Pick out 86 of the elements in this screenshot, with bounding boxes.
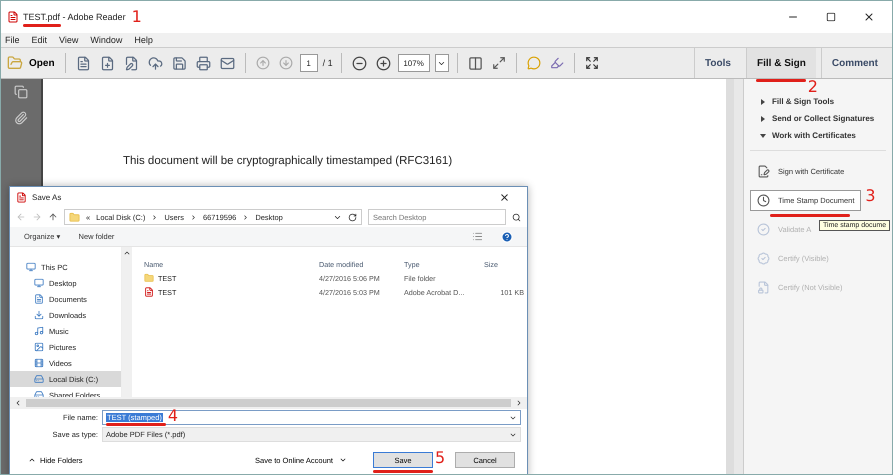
annotation-number: 4	[168, 408, 178, 424]
page-total: / 1	[322, 58, 333, 68]
view-icon[interactable]	[472, 231, 483, 242]
annotation-number: 3	[865, 188, 876, 204]
open-button[interactable]: Open	[5, 53, 57, 73]
check-icon	[757, 223, 770, 236]
cloud-icon	[148, 56, 163, 70]
comment-icon	[526, 56, 541, 70]
maximize-icon	[826, 12, 836, 22]
desktop-icon	[34, 278, 44, 288]
folder-icon	[144, 273, 154, 283]
panel-tab[interactable]: Comment	[820, 48, 888, 78]
page-number-field[interactable]: 1	[300, 54, 318, 72]
chevron-down-icon	[339, 456, 347, 464]
chevron-right-icon	[151, 214, 158, 220]
columns-icon	[468, 56, 483, 70]
drive-icon	[34, 390, 44, 397]
zoom-in-button[interactable]	[374, 54, 393, 72]
underline-mark	[373, 470, 433, 473]
underline-mark	[106, 423, 166, 426]
menu-item[interactable]: View	[59, 35, 78, 45]
lock-document-icon	[757, 281, 770, 294]
computer-icon	[26, 262, 36, 272]
horizontal-scrollbar[interactable]	[10, 397, 527, 409]
close-icon	[863, 11, 875, 23]
clock-icon	[757, 194, 770, 207]
printer-icon	[196, 56, 211, 70]
toolbar-button[interactable]	[194, 54, 213, 72]
file-add-icon	[100, 56, 115, 70]
refresh-icon[interactable]	[348, 212, 357, 222]
dialog-title: Save As	[32, 192, 62, 202]
download-icon	[34, 310, 44, 320]
highlighter-icon	[550, 56, 564, 70]
search-icon[interactable]	[512, 212, 521, 222]
annotation-number: 1	[132, 9, 142, 25]
pen-document-icon	[757, 165, 770, 178]
plus-icon	[376, 56, 391, 70]
image-icon	[34, 342, 44, 352]
menu-item[interactable]: File	[5, 35, 20, 45]
film-icon	[34, 358, 44, 368]
underline-mark	[756, 79, 806, 82]
help-icon[interactable]	[501, 230, 513, 242]
folder-icon	[69, 212, 80, 222]
document-text: This document will be cryptographically timestamped (RFC3161)	[123, 155, 452, 167]
up-icon[interactable]	[48, 212, 58, 222]
edit-icon	[124, 56, 139, 70]
dropdown-button[interactable]	[434, 54, 449, 72]
drive-icon	[34, 374, 44, 384]
pdf-icon	[144, 287, 154, 297]
minus-icon	[352, 56, 367, 70]
chevron-up-icon	[123, 249, 131, 257]
underline-mark	[23, 24, 61, 27]
scrollbar[interactable]	[734, 79, 744, 474]
paperclip-icon[interactable]	[14, 111, 28, 125]
chevron-up-icon	[28, 456, 36, 464]
close-icon	[498, 192, 510, 202]
panel-tab[interactable]: Tools	[694, 48, 741, 78]
zoom-field[interactable]: 107%	[398, 54, 430, 72]
pdf-icon	[16, 192, 27, 202]
panel-section[interactable]: Work with Certificates	[750, 127, 886, 144]
expand-icon	[584, 56, 599, 70]
panel-tab[interactable]: Fill & Sign	[746, 48, 816, 78]
menu-item[interactable]: Help	[134, 35, 153, 45]
music-icon	[34, 326, 44, 336]
chevron-left-icon	[14, 399, 22, 407]
annotation-number: 2	[808, 79, 818, 95]
menu-item[interactable]: Window	[90, 35, 122, 45]
chevron-right-icon	[190, 214, 197, 220]
panel-section[interactable]: Send or Collect Signatures	[750, 110, 886, 127]
folder-icon	[7, 55, 23, 71]
pages-icon[interactable]	[14, 85, 28, 99]
chevron-right-icon	[242, 214, 250, 220]
annotation-number: 5	[435, 450, 446, 466]
document-icon	[34, 294, 44, 304]
panel-section[interactable]: Fill & Sign Tools	[750, 93, 886, 110]
menu-item[interactable]: Edit	[32, 35, 48, 45]
file-icon	[76, 56, 91, 70]
mail-icon	[220, 56, 235, 70]
scrollbar[interactable]	[726, 79, 734, 474]
pdf-icon	[7, 11, 19, 23]
fit-page-icon	[492, 56, 506, 70]
badge-icon	[757, 252, 770, 265]
scrollbar[interactable]	[122, 247, 132, 397]
save-icon	[172, 56, 187, 70]
chevron-right-icon	[515, 399, 523, 407]
zoom-out-button[interactable]	[350, 54, 369, 72]
